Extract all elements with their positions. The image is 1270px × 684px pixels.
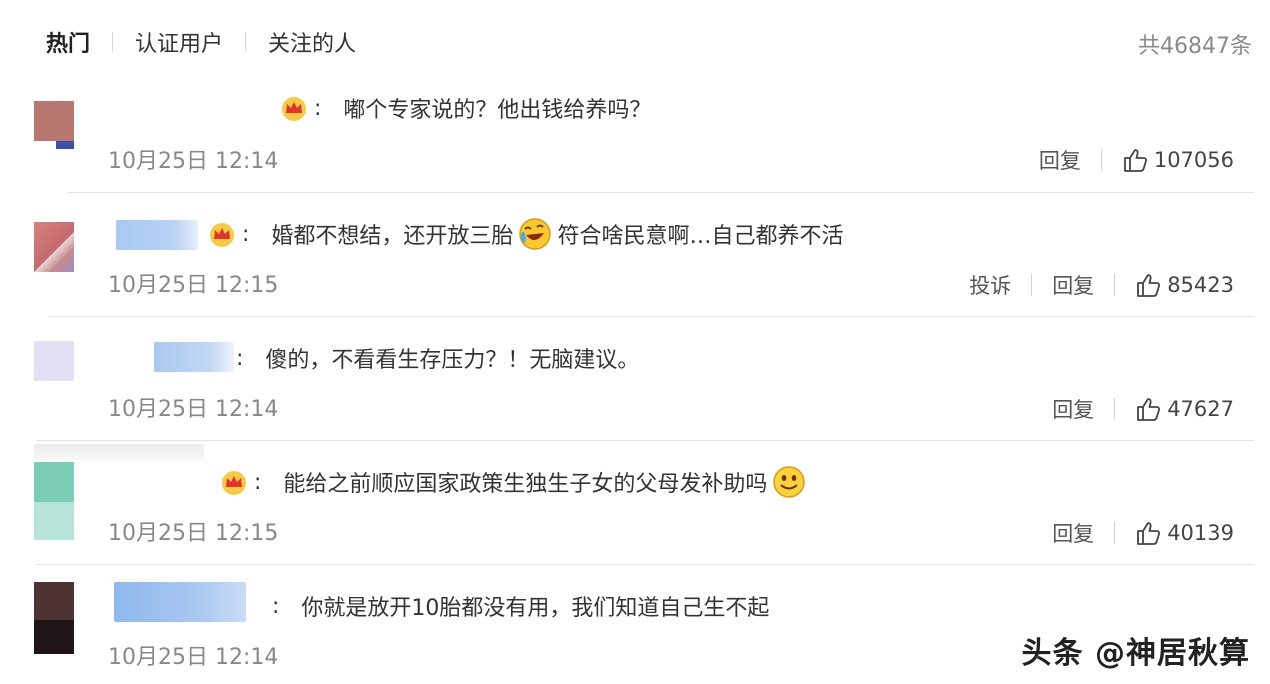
reply-button[interactable]: 回复 — [1039, 145, 1081, 175]
thumbs-up-icon — [1137, 274, 1161, 297]
comment-body: 你就是放开10胎都没有用，我们知道自己生不起 — [301, 596, 770, 621]
avatar[interactable] — [34, 101, 74, 149]
comment-actions: 回复 40139 — [1052, 518, 1234, 548]
reply-button[interactable]: 回复 — [1052, 518, 1094, 548]
comment-body: 傻的，不看看生存压力？！无脑建议。 — [265, 348, 640, 373]
comment-divider — [68, 192, 1254, 193]
comment-actions: 投诉 回复 85423 — [969, 270, 1234, 300]
tab-divider — [245, 32, 247, 52]
avatar[interactable] — [34, 582, 74, 654]
like-count: 47627 — [1167, 397, 1234, 421]
reply-button[interactable]: 回复 — [1052, 394, 1094, 424]
comment-actions: 回复 47627 — [1052, 394, 1234, 424]
tab-hot[interactable]: 热门 — [46, 26, 90, 58]
comment-filter-tabs: 热门 认证用户 关注的人 — [46, 24, 356, 60]
like-count: 40139 — [1167, 521, 1234, 545]
blur-overlay — [34, 444, 204, 460]
comment-body-part-1: 婚都不想结，还开放三胎 — [271, 224, 514, 249]
comment-divider — [36, 564, 1254, 565]
laughing-crying-emoji-icon — [519, 218, 552, 250]
like-button[interactable]: 47627 — [1135, 396, 1234, 422]
avatar[interactable] — [34, 222, 74, 272]
like-button[interactable]: 107056 — [1122, 147, 1234, 173]
username-blurred[interactable] — [154, 342, 234, 372]
watermark: 头条 @神居秋算 — [1021, 636, 1250, 671]
crown-icon — [222, 471, 246, 495]
thumbs-up-icon — [1137, 398, 1161, 421]
like-button[interactable]: 40139 — [1135, 520, 1234, 546]
comment-body: 嘟个专家说的？他出钱给养吗？ — [343, 98, 652, 123]
comment-timestamp: 10月25日 12:14 — [108, 149, 279, 174]
comment-actions: 回复 107056 — [1039, 145, 1234, 175]
comment-text: : 婚都不想结，还开放三胎 符合啥民意啊…自己都养不活 — [208, 216, 843, 252]
comment-timestamp: 10月25日 12:15 — [108, 521, 279, 546]
tab-following[interactable]: 关注的人 — [268, 26, 356, 58]
comment-text: : 傻的，不看看生存压力？！无脑建议。 — [236, 342, 639, 374]
crown-icon — [282, 97, 306, 121]
avatar[interactable] — [34, 341, 74, 381]
comment-timestamp: 10月25日 12:14 — [108, 397, 279, 422]
comment-total-count: 共46847条 — [1138, 34, 1252, 59]
comment-divider — [48, 316, 1254, 317]
crown-icon — [210, 223, 234, 247]
username-blurred[interactable] — [116, 220, 198, 250]
comment-timestamp: 10月25日 12:14 — [108, 645, 279, 670]
thumbs-up-icon — [1123, 149, 1147, 172]
username-blurred[interactable] — [114, 582, 246, 622]
report-button[interactable]: 投诉 — [969, 270, 1011, 300]
comment-text: : 嘟个专家说的？他出钱给养吗？ — [280, 92, 651, 124]
thumbs-up-icon — [1137, 522, 1161, 545]
like-button[interactable]: 85423 — [1135, 272, 1234, 298]
tab-divider — [112, 32, 114, 52]
comment-timestamp: 10月25日 12:15 — [108, 273, 279, 298]
comment-text: : 你就是放开10胎都没有用，我们知道自己生不起 — [272, 590, 769, 622]
like-count: 107056 — [1153, 148, 1234, 172]
comment-divider — [36, 440, 1254, 441]
comment-text: : 能给之前顺应国家政策生独生子女的父母发补助吗 — [220, 464, 811, 500]
comment-body-part-2: 符合啥民意啊…自己都养不活 — [557, 224, 844, 249]
comment-body: 能给之前顺应国家政策生独生子女的父母发补助吗 — [283, 472, 768, 497]
reply-button[interactable]: 回复 — [1052, 270, 1094, 300]
tab-verified-users[interactable]: 认证用户 — [135, 26, 223, 58]
like-count: 85423 — [1167, 273, 1234, 297]
avatar[interactable] — [34, 462, 74, 540]
smiley-emoji-icon — [773, 466, 806, 498]
